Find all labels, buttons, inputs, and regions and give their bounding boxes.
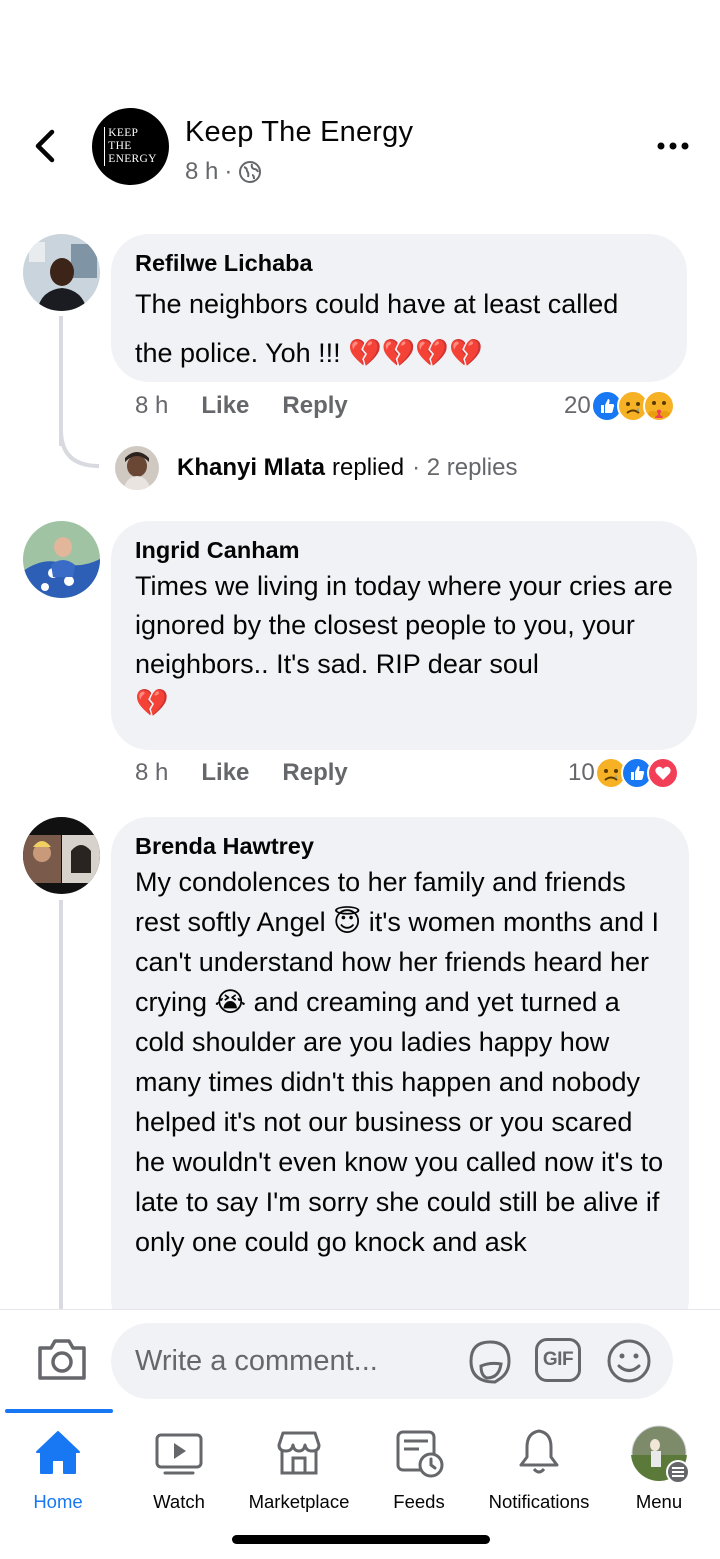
tab-label: Marketplace bbox=[248, 1491, 350, 1512]
thread-curve bbox=[59, 430, 100, 468]
comment-text: My condolences to her family and friends… bbox=[135, 867, 664, 1257]
tab-marketplace[interactable]: Marketplace bbox=[239, 1425, 359, 1515]
post-meta: 8 h · bbox=[185, 158, 262, 186]
menu-badge-icon bbox=[666, 1460, 690, 1484]
tab-label: Menu bbox=[635, 1491, 683, 1512]
care-reaction-icon bbox=[642, 390, 675, 422]
comment-actions: 8 h Like Reply bbox=[135, 759, 348, 787]
post-header: Keep The Energy Keep The Energy 8 h · bbox=[0, 100, 720, 196]
tab-watch[interactable]: Watch bbox=[119, 1425, 239, 1515]
home-indicator bbox=[232, 1535, 490, 1544]
tab-label: Watch bbox=[153, 1491, 205, 1512]
emoji-icon[interactable] bbox=[604, 1336, 654, 1386]
tab-label: Home bbox=[33, 1491, 83, 1512]
commenter-avatar[interactable] bbox=[23, 234, 100, 311]
sticker-icon[interactable] bbox=[465, 1336, 515, 1386]
comment-text: The neighbors could have at least called… bbox=[135, 289, 619, 368]
back-chevron-icon[interactable] bbox=[28, 126, 64, 166]
reply-count: · 2 replies bbox=[412, 454, 518, 481]
tab-home[interactable]: Home bbox=[0, 1425, 118, 1515]
post-time: 8 h bbox=[185, 158, 219, 185]
comment-bubble[interactable]: Ingrid Canham Times we living in today w… bbox=[111, 521, 697, 750]
active-tab-indicator bbox=[5, 1409, 113, 1413]
love-reaction-icon bbox=[646, 757, 679, 789]
tab-label: Feeds bbox=[393, 1491, 445, 1512]
gif-label: GIF bbox=[542, 1349, 574, 1370]
commenter-avatar[interactable] bbox=[23, 817, 100, 894]
more-options-icon[interactable] bbox=[656, 136, 690, 156]
comment-text: Times we living in today where your crie… bbox=[135, 571, 673, 718]
profile-avatar bbox=[631, 1425, 690, 1484]
marketplace-icon bbox=[277, 1431, 321, 1475]
thread-line bbox=[59, 316, 63, 446]
page-avatar[interactable]: Keep The Energy bbox=[92, 108, 169, 185]
reaction-summary[interactable]: 10 bbox=[568, 757, 679, 789]
comment-bubble[interactable]: Brenda Hawtrey My condolences to her fam… bbox=[111, 817, 689, 1337]
tab-menu[interactable]: Menu bbox=[599, 1425, 719, 1515]
watch-icon bbox=[155, 1433, 203, 1475]
comment-author[interactable]: Refilwe Lichaba bbox=[135, 248, 663, 278]
replied-label: replied bbox=[332, 454, 405, 481]
comment-time: 8 h bbox=[135, 759, 169, 786]
comment-input[interactable] bbox=[111, 1323, 673, 1399]
comment-actions: 8 h Like Reply bbox=[135, 392, 348, 420]
reaction-count: 20 bbox=[564, 392, 591, 419]
tab-notifications[interactable]: Notifications bbox=[479, 1425, 599, 1515]
commenter-avatar[interactable] bbox=[23, 521, 100, 598]
comment-time: 8 h bbox=[135, 392, 169, 419]
comment-bubble[interactable]: Refilwe Lichaba The neighbors could have… bbox=[111, 234, 687, 382]
meta-separator: · bbox=[224, 158, 233, 185]
gif-button[interactable]: GIF bbox=[535, 1338, 581, 1382]
thread-line bbox=[59, 900, 63, 1309]
page-name[interactable]: Keep The Energy bbox=[185, 116, 413, 149]
reaction-count: 10 bbox=[568, 759, 595, 786]
replier-name: Khanyi Mlata bbox=[177, 454, 326, 481]
tab-label: Notifications bbox=[488, 1491, 590, 1512]
reaction-summary[interactable]: 20 bbox=[564, 390, 675, 422]
comment-author[interactable]: Ingrid Canham bbox=[135, 535, 673, 565]
bell-icon bbox=[519, 1429, 559, 1474]
feeds-icon bbox=[396, 1430, 444, 1478]
tab-feeds[interactable]: Feeds bbox=[359, 1425, 479, 1515]
home-icon bbox=[36, 1431, 80, 1474]
view-replies-link[interactable]: Khanyi Mlata replied · 2 replies bbox=[115, 446, 517, 490]
replier-avatar bbox=[115, 446, 159, 490]
like-button[interactable]: Like bbox=[201, 759, 249, 787]
like-button[interactable]: Like bbox=[201, 392, 249, 420]
comment-author[interactable]: Brenda Hawtrey bbox=[135, 831, 665, 861]
globe-icon bbox=[239, 161, 262, 183]
comment-composer: GIF bbox=[0, 1309, 720, 1409]
reply-button[interactable]: Reply bbox=[282, 392, 347, 420]
page-logo: Keep The Energy bbox=[104, 127, 156, 166]
reply-button[interactable]: Reply bbox=[282, 759, 347, 787]
camera-icon[interactable] bbox=[36, 1336, 88, 1382]
